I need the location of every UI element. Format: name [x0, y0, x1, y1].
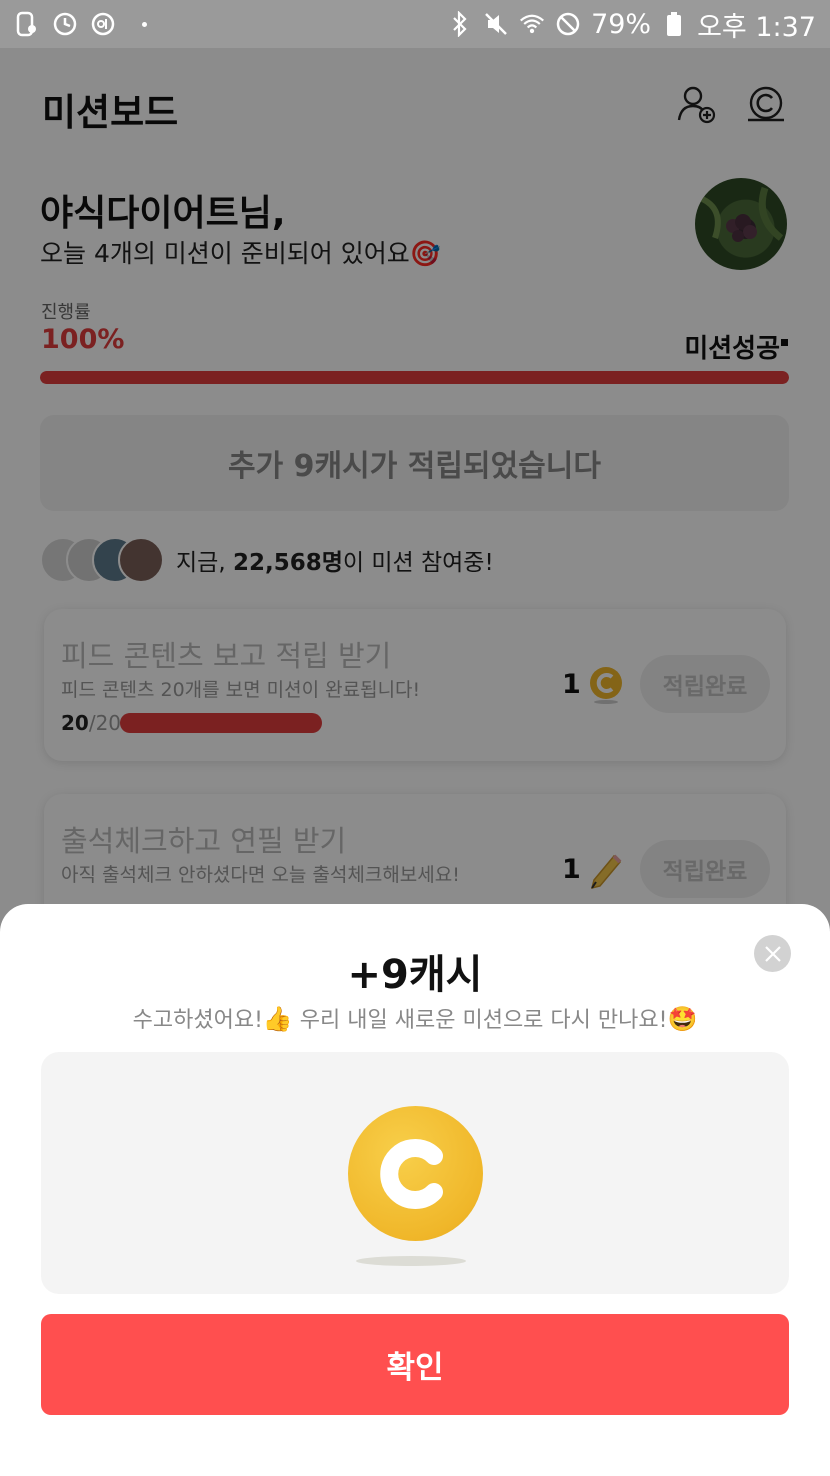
mute-icon	[483, 11, 509, 37]
thumbs-up-icon: 👍	[262, 1005, 293, 1033]
close-button[interactable]	[754, 935, 791, 972]
close-icon	[764, 945, 781, 962]
watch-notification-icon	[14, 11, 40, 37]
reward-subtitle: 수고하셨어요!👍 우리 내일 새로운 미션으로 다시 만나요!🤩	[132, 1005, 698, 1033]
coin-icon	[348, 1106, 483, 1241]
reward-title: +9캐시	[347, 952, 483, 998]
do-not-disturb-icon	[555, 11, 581, 37]
coin-shadow	[356, 1256, 466, 1266]
confirm-button[interactable]: 확인	[41, 1314, 789, 1415]
wifi-icon	[519, 11, 545, 37]
clock-notification-icon	[52, 11, 78, 37]
app-notification-icon	[90, 11, 116, 37]
reward-bottom-sheet: +9캐시 수고하셨어요!👍 우리 내일 새로운 미션으로 다시 만나요!🤩 확인	[0, 904, 830, 1476]
battery-icon	[661, 11, 687, 37]
status-bar: 79% 오후 1:37	[0, 0, 830, 48]
status-time: 오후 1:37	[697, 11, 816, 43]
star-eyes-emoji-icon: 🤩	[667, 1005, 698, 1033]
battery-percent: 79%	[591, 8, 652, 40]
more-notifications-dot	[142, 21, 147, 27]
bluetooth-icon	[447, 11, 473, 37]
reward-card	[41, 1052, 789, 1294]
